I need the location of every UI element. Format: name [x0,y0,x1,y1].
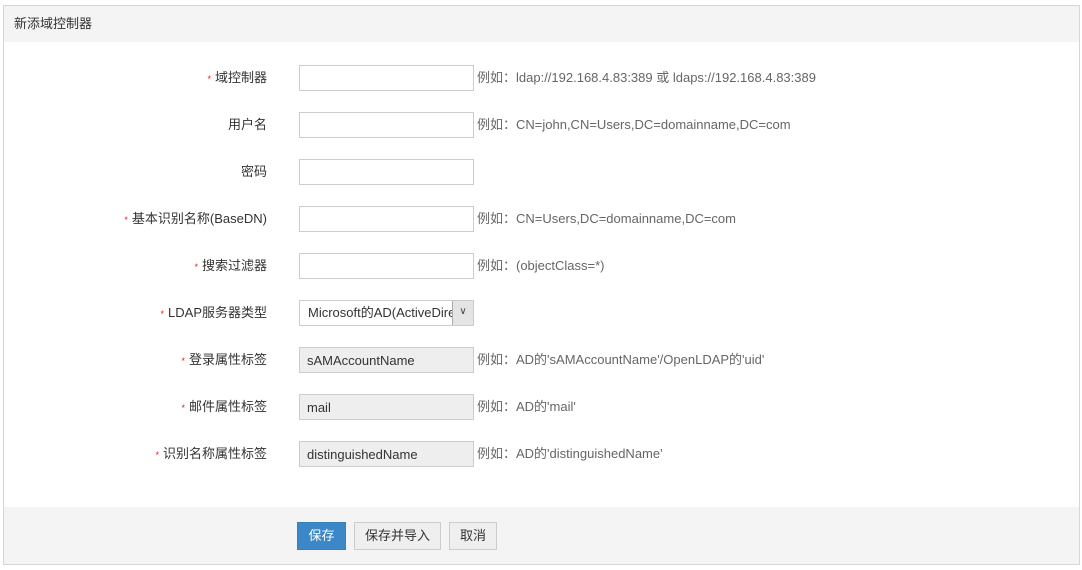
field-label: 搜索过滤器 [201,258,267,273]
field-hint: 例如：AD的'sAMAccountName'/OpenLDAP的'uid' [477,352,765,367]
domain-controller-input[interactable] [299,65,474,91]
field-password: 密码 [4,159,1079,185]
base-dn-input[interactable] [299,206,474,232]
selected-value: Microsoft的AD(ActiveDirectory) [308,305,453,320]
required-mark: * [160,308,165,319]
field-hint: 例如：(objectClass=*) [477,258,605,273]
dn-attribute-input[interactable] [299,441,474,467]
cancel-button[interactable]: 取消 [449,522,497,550]
save-button[interactable]: 保存 [297,522,346,550]
required-mark: * [155,449,159,460]
ldap-server-type-select[interactable]: Microsoft的AD(ActiveDirectory) ∨ [299,300,474,326]
add-domain-controller-panel: 新添域控制器 * 域控制器 例如：ldap://192.168.4.83:389 … [3,5,1080,565]
required-mark: * [181,402,185,413]
field-label: 邮件属性标签 [188,399,267,414]
password-input[interactable] [299,159,474,185]
search-filter-input[interactable] [299,253,474,279]
field-hint: 例如：AD的'distinguishedName' [477,446,663,461]
required-mark: * [194,261,198,272]
form-footer: 保存 保存并导入 取消 [4,507,1079,564]
required-mark: * [181,355,185,366]
mail-attribute-input[interactable] [299,394,474,420]
field-hint: 例如：CN=john,CN=Users,DC=domainname,DC=com [477,117,791,132]
field-mail-attribute: *邮件属性标签 例如：AD的'mail' [4,394,1079,420]
field-base-dn: * 基本识别名称(BaseDN) 例如：CN=Users,DC=domainnam… [4,206,1079,232]
field-label: 密码 [240,164,267,179]
field-search-filter: * 搜索过滤器 例如：(objectClass=*) [4,253,1079,279]
field-domain-controller: * 域控制器 例如：ldap://192.168.4.83:389 或 ldaps… [4,65,1079,91]
field-hint: 例如：AD的'mail' [477,399,576,414]
field-login-attribute: *登录属性标签 例如：AD的'sAMAccountName'/OpenLDAP的… [4,347,1079,373]
field-ldap-server-type: *LDAP服务器类型 Microsoft的AD(ActiveDirectory)… [4,300,1079,326]
field-label: LDAP服务器类型 [168,305,267,320]
login-attribute-input[interactable] [299,347,474,373]
field-hint: 例如：ldap://192.168.4.83:389 或 ldaps://192… [477,70,816,85]
chevron-down-icon[interactable]: ∨ [452,301,473,325]
required-mark: * [207,73,211,84]
field-label: 基本识别名称(BaseDN) [131,211,267,226]
field-label: 登录属性标签 [188,352,267,367]
field-label: 域控制器 [214,70,267,85]
field-hint: 例如：CN=Users,DC=domainname,DC=com [477,211,736,226]
username-input[interactable] [299,112,474,138]
save-and-import-button[interactable]: 保存并导入 [354,522,441,550]
required-mark: * [124,214,128,225]
field-label: 用户名 [227,117,267,132]
field-dn-attribute: *识别名称属性标签 例如：AD的'distinguishedName' [4,441,1079,467]
field-label: 识别名称属性标签 [162,446,267,461]
field-username: 用户名 例如：CN=john,CN=Users,DC=domainname,DC… [4,112,1079,138]
panel-title: 新添域控制器 [4,6,1079,42]
